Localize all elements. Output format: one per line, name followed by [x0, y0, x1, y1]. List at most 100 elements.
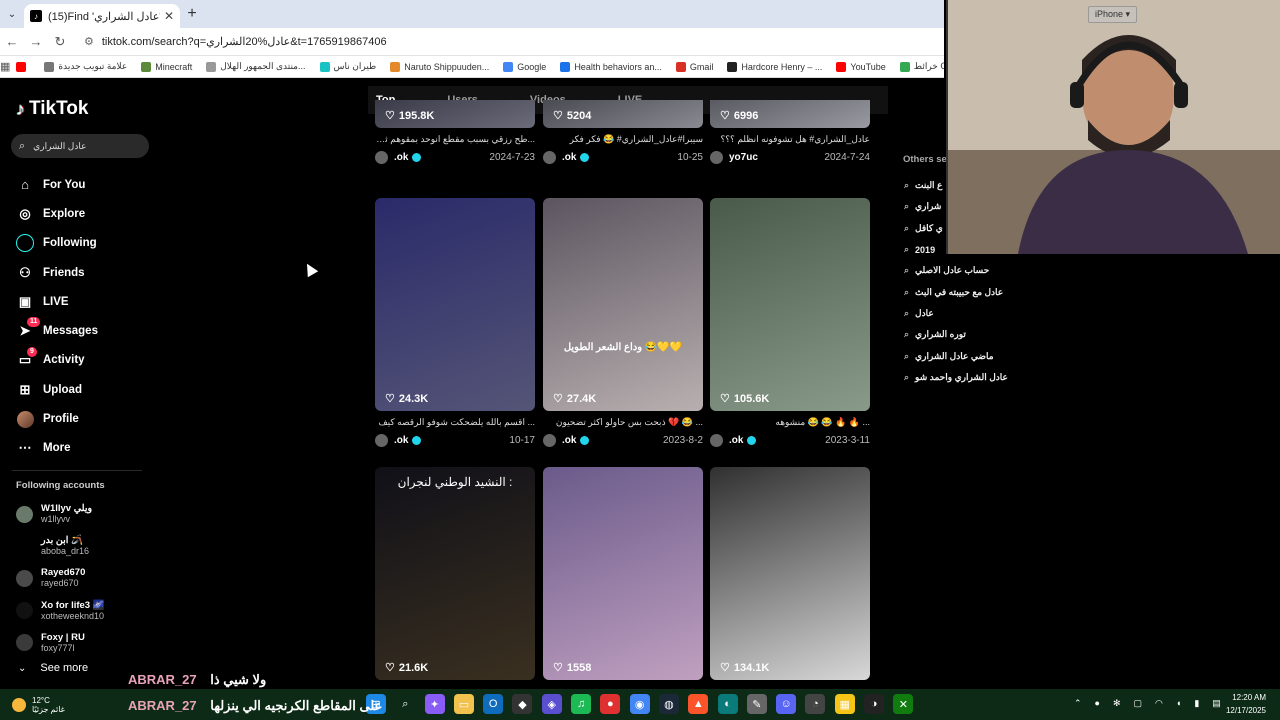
see-more-button[interactable]: ⌄ See more: [18, 662, 88, 674]
bookmark-item[interactable]: طيران ناس: [319, 61, 376, 72]
suggested-search[interactable]: ⌕ عادل: [904, 303, 1008, 324]
forward-icon[interactable]: →: [24, 34, 48, 49]
author[interactable]: .ok: [543, 434, 590, 447]
video-card[interactable]: ♡ 105.6K ... 🔥 🔥 😂 😂 منشوهه .ok 2023-3-11: [710, 198, 870, 447]
xbox-icon[interactable]: ✕: [893, 694, 914, 714]
sidebar-item-live[interactable]: ▣ LIVE: [16, 287, 98, 316]
search-icon[interactable]: ⌕: [395, 694, 415, 714]
bookmark-item[interactable]: علامة تبويب جديدة: [44, 61, 127, 72]
video-card[interactable]: ♡ 5204 سيبرا#عادل_الشراري# 😂 فكر فكر .ok 10-…: [543, 100, 703, 164]
video-caption[interactable]: ... اقسم بالله يلضحكت شوفو الرقصه كيف: [375, 417, 535, 428]
video-caption[interactable]: عادل_الشراري# هل تشوفونه انظلم ؟؟؟: [710, 134, 870, 145]
search-input[interactable]: ⌕ عادل الشراري: [11, 134, 149, 158]
video-caption[interactable]: ... 😂 💔 ذبحت بس حاولو اكثر تضحيون: [543, 417, 703, 428]
back-icon[interactable]: ←: [0, 34, 24, 49]
bookmark-item[interactable]: [16, 61, 30, 72]
author[interactable]: yo7uc: [710, 151, 758, 164]
video-thumbnail[interactable]: ♡ 5204: [543, 100, 703, 128]
video-thumbnail[interactable]: ♡ 195.8K: [375, 100, 535, 128]
app-icon[interactable]: ✎: [746, 694, 767, 714]
sidebar-item-more[interactable]: ⋯ More: [16, 434, 98, 463]
network-icon[interactable]: ◠: [1155, 698, 1163, 709]
app-icon[interactable]: ▦: [834, 694, 855, 714]
following-account[interactable]: Xo for life3 🌌 xotheweeknd10: [16, 595, 105, 627]
tray-app-icon[interactable]: ●: [1095, 698, 1100, 709]
copilot-icon[interactable]: ✦: [424, 694, 445, 714]
bookmark-item[interactable]: Gmail: [675, 61, 713, 72]
bookmark-item[interactable]: Naruto Shippuuden...: [390, 61, 489, 72]
video-thumbnail[interactable]: وداع الشعر الطويل 😂💛💛 ♡ 27.4K: [543, 198, 703, 411]
suggested-search[interactable]: ⌕ حساب عادل الاصلي: [904, 260, 1008, 281]
clock[interactable]: 12:20 AM 12/17/2025: [1226, 691, 1266, 717]
app-icon[interactable]: ◆: [512, 694, 533, 714]
video-card[interactable]: ♡ 24.3K ... اقسم بالله يلضحكت شوفو الرقصه …: [375, 198, 535, 447]
suggested-search[interactable]: ⌕ عادل مع حبيبته في البث: [904, 281, 1008, 302]
microphone-icon[interactable]: ▮: [1194, 698, 1199, 709]
sidebar-item-profile[interactable]: Profile: [16, 404, 98, 433]
video-thumbnail[interactable]: ♡ 1558: [543, 467, 703, 680]
author[interactable]: .ok: [710, 434, 757, 447]
outlook-icon[interactable]: O: [483, 694, 504, 714]
video-card[interactable]: ♡ 134.1K: [710, 467, 870, 680]
video-card[interactable]: وداع الشعر الطويل 😂💛💛 ♡ 27.4K ... 😂 💔 ذبحت …: [543, 198, 703, 447]
video-thumbnail[interactable]: ♡ 105.6K: [710, 198, 870, 411]
brave-icon[interactable]: ▲: [688, 694, 709, 714]
following-account[interactable]: Rayed670 rayed670: [16, 562, 105, 594]
chevron-up-icon[interactable]: ⌃: [1074, 698, 1082, 709]
app-icon[interactable]: ◑: [864, 694, 885, 714]
author[interactable]: .ok: [543, 151, 590, 164]
video-card[interactable]: ♡ 195.8K ...طح رزقي بسبب مقطع انوحد بمقوهم…: [375, 100, 535, 164]
author[interactable]: .ok: [375, 151, 422, 164]
sidebar-item-explore[interactable]: ◎ Explore: [16, 199, 98, 228]
video-caption[interactable]: ...طح رزقي بسبب مقطع انوحد بمقوهم ثاني: [375, 134, 535, 145]
tray-app-icon[interactable]: ▢: [1134, 698, 1143, 709]
bookmark-item[interactable]: Health behaviors an...: [560, 61, 662, 72]
video-thumbnail[interactable]: ♡ 6996: [710, 100, 870, 128]
following-account[interactable]: W1llyv ويلي w1llyvv: [16, 498, 105, 530]
bookmark-item[interactable]: منتدى الجمهور الهلال...: [206, 61, 306, 72]
site-info-icon[interactable]: ⚙: [84, 35, 94, 48]
tiktok-logo[interactable]: ♪ TikTok: [16, 98, 88, 120]
app-icon[interactable]: ◈: [541, 694, 562, 714]
sidebar-item-upload[interactable]: ⊞ Upload: [16, 375, 98, 404]
sidebar-item-following[interactable]: Following: [16, 229, 98, 258]
reload-icon[interactable]: ↻: [48, 34, 72, 50]
suggested-search[interactable]: ⌕ ماضي عادل الشراري: [904, 345, 1008, 366]
sidebar-item-for-you[interactable]: ⌂ For You: [16, 170, 98, 199]
bookmark-item[interactable]: Google: [503, 61, 546, 72]
camera-source-select[interactable]: iPhone ▾: [1088, 6, 1138, 23]
chrome-icon[interactable]: ◉: [629, 694, 650, 714]
video-thumbnail[interactable]: ♡ 24.3K: [375, 198, 535, 411]
app-icon[interactable]: ◔: [805, 694, 826, 714]
author[interactable]: .ok: [375, 434, 422, 447]
sidebar-item-messages[interactable]: ➤ Messages 11: [16, 316, 98, 345]
apps-grid-icon[interactable]: ▦: [0, 60, 10, 73]
bookmark-item[interactable]: Hardcore Henry – ...: [727, 61, 822, 72]
volume-icon[interactable]: ◖: [1176, 698, 1181, 709]
close-icon[interactable]: ✕: [164, 9, 174, 23]
suggested-search[interactable]: ⌕ عادل الشراري واحمد شو: [904, 367, 1008, 388]
following-account[interactable]: ابن بدر 🪃 aboba_dr16: [16, 530, 105, 562]
gear-icon[interactable]: ✻: [1113, 698, 1121, 709]
url-field[interactable]: ⚙ tiktok.com/search?q=عادل%20الشراري&t=1…: [76, 30, 936, 53]
video-caption[interactable]: ... 🔥 🔥 😂 😂 منشوهه: [710, 417, 870, 428]
suggested-search[interactable]: ⌕ توره الشراري: [904, 324, 1008, 345]
sidebar-item-friends[interactable]: ⚇ Friends: [16, 258, 98, 287]
weather-widget[interactable]: 12°C غائم جزئيًا: [12, 689, 65, 720]
bookmark-item[interactable]: خرائط Google: [899, 61, 944, 72]
new-tab-button[interactable]: +: [180, 5, 204, 23]
video-caption[interactable]: سيبرا#عادل_الشراري# 😂 فكر فكر: [543, 134, 703, 145]
bookmark-item[interactable]: YouTube: [836, 61, 886, 72]
following-account[interactable]: Foxy | RU foxy777l: [16, 627, 105, 659]
video-thumbnail[interactable]: النشيد الوطني لنجران : ♡ 21.6K: [375, 467, 535, 680]
video-card[interactable]: ♡ 1558: [543, 467, 703, 680]
tray-app-icon[interactable]: ▤: [1212, 698, 1221, 709]
video-card[interactable]: ♡ 6996 عادل_الشراري# هل تشوفونه انظلم ؟؟؟ y…: [710, 100, 870, 164]
file-explorer-icon[interactable]: ▭: [453, 694, 474, 714]
video-thumbnail[interactable]: ♡ 134.1K: [710, 467, 870, 680]
browser-tab[interactable]: ♪ (15)Find 'عادل الشراري' on TikTok ✕: [24, 4, 180, 28]
video-card[interactable]: النشيد الوطني لنجران : ♡ 21.6K: [375, 467, 535, 680]
steam-icon[interactable]: ◍: [658, 694, 679, 714]
app-icon[interactable]: ●: [600, 694, 621, 714]
app-icon[interactable]: ◐: [717, 694, 738, 714]
